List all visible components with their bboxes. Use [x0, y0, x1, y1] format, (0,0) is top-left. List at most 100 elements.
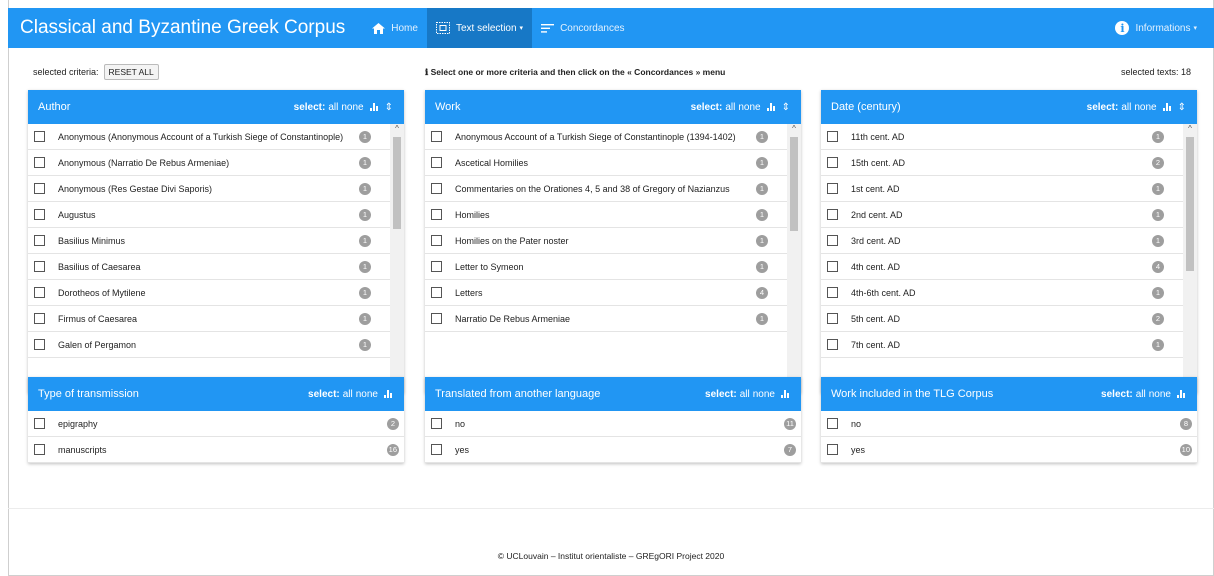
checkbox[interactable] [431, 235, 442, 246]
checkbox[interactable] [431, 444, 442, 455]
sort-icon[interactable]: ⇕ [385, 102, 393, 113]
checkbox[interactable] [34, 418, 45, 429]
checkbox[interactable] [34, 209, 45, 220]
site-title[interactable]: Classical and Byzantine Greek Corpus [20, 17, 345, 39]
list-item[interactable]: Narratio De Rebus Armeniae 1 [425, 306, 787, 332]
checkbox[interactable] [431, 313, 442, 324]
list-item[interactable]: 1st cent. AD 1 [821, 176, 1183, 202]
nav-home[interactable]: Home [363, 8, 427, 48]
checkbox[interactable] [431, 131, 442, 142]
checkbox[interactable] [34, 444, 45, 455]
scrollbar-thumb[interactable] [1186, 137, 1194, 271]
select-all-link[interactable]: all [328, 102, 338, 113]
checkbox[interactable] [431, 287, 442, 298]
list-item[interactable]: Homilies 1 [425, 202, 787, 228]
list-item[interactable]: 3rd cent. AD 1 [821, 228, 1183, 254]
list-item[interactable]: Homilies on the Pater noster 1 [425, 228, 787, 254]
checkbox[interactable] [34, 287, 45, 298]
select-none-link[interactable]: none [1149, 389, 1171, 400]
checkbox[interactable] [34, 313, 45, 324]
list-item[interactable]: Basilius Minimus 1 [28, 228, 390, 254]
reset-all-button[interactable]: RESET ALL [103, 64, 159, 80]
scrollbar-thumb[interactable] [790, 137, 798, 231]
checkbox[interactable] [431, 157, 442, 168]
list-item[interactable]: Anonymous (Anonymous Account of a Turkis… [28, 124, 390, 150]
checkbox[interactable] [827, 287, 838, 298]
list-item[interactable]: yes 10 [821, 437, 1197, 463]
bar-chart-icon[interactable] [1162, 103, 1172, 111]
bar-chart-icon[interactable] [384, 390, 393, 398]
checkbox[interactable] [34, 235, 45, 246]
list-item[interactable]: Galen of Pergamon 1 [28, 332, 390, 358]
list-item[interactable]: no 8 [821, 411, 1197, 437]
nav-concordances[interactable]: Concordances [532, 8, 633, 48]
list-item[interactable]: Letter to Symeon 1 [425, 254, 787, 280]
scrollbar[interactable]: ^v [787, 124, 801, 393]
list-item[interactable]: Basilius of Caesarea 1 [28, 254, 390, 280]
checkbox[interactable] [827, 209, 838, 220]
select-all-link[interactable]: all [1136, 389, 1146, 400]
checkbox[interactable] [827, 131, 838, 142]
list-item[interactable]: 2nd cent. AD 1 [821, 202, 1183, 228]
list-item[interactable]: Augustus 1 [28, 202, 390, 228]
nav-text-selection[interactable]: Text selection ▾ [426, 8, 533, 48]
checkbox[interactable] [34, 339, 45, 350]
scrollbar-thumb[interactable] [393, 137, 401, 229]
list-item[interactable]: Dorotheos of Mytilene 1 [28, 280, 390, 306]
list-item[interactable]: 11th cent. AD 1 [821, 124, 1183, 150]
scroll-up-arrow-icon[interactable]: ^ [1185, 124, 1195, 133]
list-item[interactable]: Anonymous Account of a Turkish Siege of … [425, 124, 787, 150]
list-item[interactable]: 4th-6th cent. AD 1 [821, 280, 1183, 306]
checkbox[interactable] [34, 261, 45, 272]
select-all-link[interactable]: all [343, 389, 353, 400]
sort-icon[interactable]: ⇕ [782, 102, 790, 113]
bar-chart-icon[interactable] [781, 390, 790, 398]
checkbox[interactable] [827, 261, 838, 272]
list-item[interactable]: Firmus of Caesarea 1 [28, 306, 390, 332]
checkbox[interactable] [827, 339, 838, 350]
checkbox[interactable] [431, 418, 442, 429]
list-item[interactable]: Anonymous (Res Gestae Divi Saporis) 1 [28, 176, 390, 202]
select-all-link[interactable]: all [1121, 102, 1131, 113]
list-item[interactable]: epigraphy 2 [28, 411, 404, 437]
select-none-link[interactable]: none [341, 102, 363, 113]
scroll-up-arrow-icon[interactable]: ^ [789, 124, 799, 133]
list-item[interactable]: Commentaries on the Orationes 4, 5 and 3… [425, 176, 787, 202]
select-all-link[interactable]: all [725, 102, 735, 113]
checkbox[interactable] [431, 209, 442, 220]
scrollbar[interactable]: ^v [1183, 124, 1197, 393]
checkbox[interactable] [827, 235, 838, 246]
list-item[interactable]: Anonymous (Narratio De Rebus Armeniae) 1 [28, 150, 390, 176]
checkbox[interactable] [431, 261, 442, 272]
nav-informations[interactable]: i Informations ▾ [1106, 8, 1206, 48]
list-item[interactable]: no 11 [425, 411, 801, 437]
list-item[interactable]: manuscripts 16 [28, 437, 404, 463]
list-item[interactable]: 5th cent. AD 2 [821, 306, 1183, 332]
checkbox[interactable] [34, 157, 45, 168]
bar-chart-icon[interactable] [369, 103, 379, 111]
list-item[interactable]: yes 7 [425, 437, 801, 463]
checkbox[interactable] [827, 183, 838, 194]
checkbox[interactable] [827, 313, 838, 324]
select-none-link[interactable]: none [356, 389, 378, 400]
select-none-link[interactable]: none [738, 102, 760, 113]
checkbox[interactable] [431, 183, 442, 194]
bar-chart-icon[interactable] [766, 103, 776, 111]
list-item[interactable]: 15th cent. AD 2 [821, 150, 1183, 176]
scroll-up-arrow-icon[interactable]: ^ [392, 124, 402, 133]
select-none-link[interactable]: none [753, 389, 775, 400]
checkbox[interactable] [827, 418, 838, 429]
scrollbar[interactable]: ^v [390, 124, 404, 393]
checkbox[interactable] [34, 131, 45, 142]
checkbox[interactable] [827, 157, 838, 168]
list-item[interactable]: 7th cent. AD 1 [821, 332, 1183, 358]
list-item[interactable]: Ascetical Homilies 1 [425, 150, 787, 176]
select-none-link[interactable]: none [1134, 102, 1156, 113]
checkbox[interactable] [827, 444, 838, 455]
sort-icon[interactable]: ⇕ [1178, 102, 1186, 113]
list-item[interactable]: Letters 4 [425, 280, 787, 306]
list-item[interactable]: 4th cent. AD 4 [821, 254, 1183, 280]
checkbox[interactable] [34, 183, 45, 194]
select-all-link[interactable]: all [740, 389, 750, 400]
bar-chart-icon[interactable] [1177, 390, 1186, 398]
